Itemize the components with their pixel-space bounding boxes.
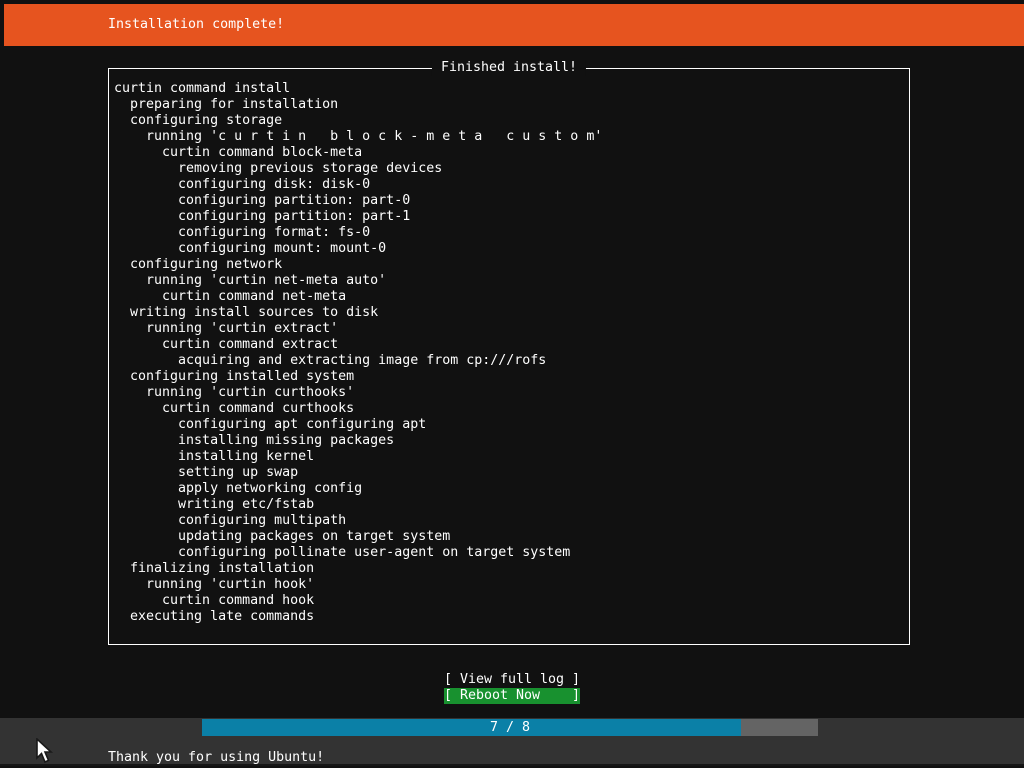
log-line: curtin command curthooks [114, 401, 907, 417]
log-box-title: Finished install! [432, 60, 586, 76]
log-line: acquiring and extracting image from cp:/… [114, 353, 907, 369]
log-line: configuring format: fs-0 [114, 225, 907, 241]
log-line: installing kernel [114, 449, 907, 465]
log-line: writing etc/fstab [114, 497, 907, 513]
log-line: apply networking config [114, 481, 907, 497]
header-title: Installation complete! [4, 17, 284, 33]
log-line: curtin command block-meta [114, 145, 907, 161]
log-line: configuring disk: disk-0 [114, 177, 907, 193]
log-line: setting up swap [114, 465, 907, 481]
install-log-box: Finished install! curtin command install… [108, 68, 910, 645]
log-line: configuring partition: part-0 [114, 193, 907, 209]
log-line: configuring multipath [114, 513, 907, 529]
installer-screen: Installation complete! Finished install!… [0, 0, 1024, 768]
log-line: preparing for installation [114, 97, 907, 113]
log-line: configuring network [114, 257, 907, 273]
header-bar: Installation complete! [4, 4, 1024, 46]
progress-label: 7 / 8 [202, 719, 818, 736]
log-line: running 'curtin extract' [114, 321, 907, 337]
view-full-log-button[interactable]: [ View full log ] [444, 672, 580, 688]
log-line: curtin command extract [114, 337, 907, 353]
log-line: configuring partition: part-1 [114, 209, 907, 225]
log-line: executing late commands [114, 609, 907, 625]
progress-bar: 7 / 8 [202, 719, 818, 736]
log-line: curtin command hook [114, 593, 907, 609]
log-line: updating packages on target system [114, 529, 907, 545]
action-buttons: [ View full log ] [ Reboot Now ] [0, 672, 1024, 704]
log-line: writing install sources to disk [114, 305, 907, 321]
log-line: configuring mount: mount-0 [114, 241, 907, 257]
log-line: running 'curtin net-meta auto' [114, 273, 907, 289]
log-line: running 'c u r t i n b l o c k - m e t a… [114, 129, 907, 145]
log-line: configuring pollinate user-agent on targ… [114, 545, 907, 561]
log-line: removing previous storage devices [114, 161, 907, 177]
footer-bar: 7 / 8 Thank you for using Ubuntu! [0, 718, 1024, 766]
log-line: configuring installed system [114, 369, 907, 385]
footer-message: Thank you for using Ubuntu! [108, 750, 324, 766]
mouse-cursor [35, 738, 55, 765]
log-line: running 'curtin hook' [114, 577, 907, 593]
log-line: configuring storage [114, 113, 907, 129]
install-log: curtin command install preparing for ins… [114, 81, 907, 625]
log-line: configuring apt configuring apt [114, 417, 907, 433]
log-line: running 'curtin curthooks' [114, 385, 907, 401]
reboot-now-button[interactable]: [ Reboot Now ] [444, 688, 580, 704]
log-line: finalizing installation [114, 561, 907, 577]
log-line: curtin command install [114, 81, 907, 97]
log-line: installing missing packages [114, 433, 907, 449]
log-line: curtin command net-meta [114, 289, 907, 305]
